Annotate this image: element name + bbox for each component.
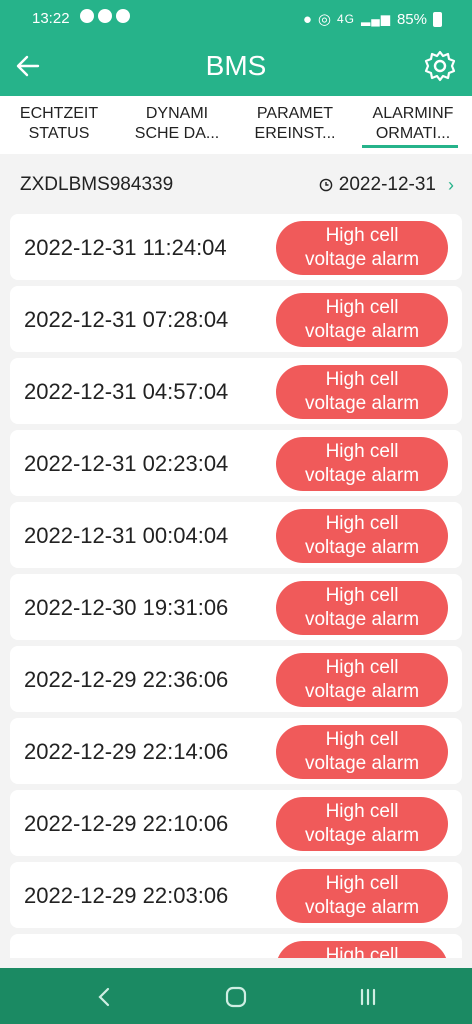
alarm-card[interactable]: 2022-12-31 11:24:04 High cell voltage alar…: [10, 214, 462, 280]
notification-icons: [80, 9, 130, 23]
alarm-timestamp: 2022-12-29 22:10:06: [24, 811, 229, 836]
tab-label: DYNAMI SCHE DA...: [134, 105, 220, 142]
alarm-type-badge: High cellvoltage alarm: [276, 221, 448, 275]
home-nav-icon[interactable]: [223, 984, 249, 1010]
alarm-timestamp: 2022-12-29 22:14:06: [24, 739, 229, 764]
facebook-icon: [116, 9, 130, 23]
alarm-card[interactable]: 2022-12-31 04:57:04 High cell voltage alar…: [10, 358, 462, 424]
network-label: 4G: [336, 12, 355, 26]
alarm-card[interactable]: 2022-12-29 22:03:06 High cell voltage alar…: [10, 862, 462, 928]
alarm-timestamp: 2022-12-31 11:24:04: [24, 235, 227, 260]
tab-dynamic-data[interactable]: DYNAMI SCHE DA...: [118, 96, 236, 154]
alarm-timestamp: 2022-12-31 02:23:04: [24, 451, 229, 476]
alarm-type-badge: High cellvoltage alarm: [276, 869, 448, 923]
tab-alarm-information[interactable]: ALARMINF ORMATI...: [354, 96, 472, 154]
device-row: ZXDLBMS984339 2022-12-31 ›: [0, 160, 472, 210]
alarm-card[interactable]: 2022-12-31 02:23:04 High cell voltage alar…: [10, 430, 462, 496]
settings-gear-icon[interactable]: [422, 48, 458, 84]
back-nav-icon[interactable]: [92, 984, 118, 1010]
clock-icon: [319, 178, 333, 192]
alarm-type-badge: High cellvoltage alarm: [276, 797, 448, 851]
tab-realtime-status[interactable]: ECHTZEIT STATUS: [0, 96, 118, 154]
alarm-timestamp: 2022-12-29 22:36:06: [24, 667, 229, 692]
messenger-icon: [80, 9, 94, 23]
alarm-type-badge: High cellvoltage alarm: [276, 509, 448, 563]
tab-label: ECHTZEIT STATUS: [19, 105, 99, 142]
alarm-list[interactable]: 2022-12-31 11:24:04 High cell voltage alar…: [10, 214, 462, 958]
active-tab-indicator: [362, 145, 458, 148]
alarm-card[interactable]: 2022-12-30 19:31:06 High cell voltage alar…: [10, 574, 462, 640]
battery-icon: [433, 11, 442, 27]
alarm-type-badge: High cellvoltage alarm: [276, 437, 448, 491]
device-id: ZXDLBMS984339: [20, 174, 174, 195]
tab-label: PARAMET EREINST...: [254, 105, 336, 142]
tab-label: ALARMINF ORMATI...: [372, 105, 454, 142]
messenger-icon: [98, 9, 112, 23]
alarm-timestamp: 2022-12-31 07:28:04: [24, 307, 229, 332]
alarm-type-badge: High cellvoltage alarm: [276, 365, 448, 419]
alarm-timestamp: 2022-12-31 04:57:04: [24, 379, 229, 404]
location-icon: ●: [302, 10, 312, 28]
alarm-timestamp: 2022-12-29 22:03:06: [24, 883, 229, 908]
recents-nav-icon[interactable]: [355, 984, 381, 1010]
alarm-card[interactable]: 2022-12-29 22:14:06 High cell voltage alar…: [10, 718, 462, 784]
alarm-timestamp: 2022-12-30 19:31:06: [24, 595, 229, 620]
battery-label: 85%: [396, 10, 427, 28]
alarm-type-badge: High cellvoltage alarm: [276, 725, 448, 779]
alarm-type-badge: High cellvoltage alarm: [276, 293, 448, 347]
alarm-type-badge: High cellvoltage alarm: [276, 581, 448, 635]
status-time: 13:22: [32, 10, 70, 27]
alarm-card[interactable]: High cellvoltage alarm: [10, 934, 462, 958]
alarm-type-badge: High cellvoltage alarm: [276, 653, 448, 707]
page-title: BMS: [205, 50, 267, 81]
signal-icon: ▂▄▆: [361, 12, 391, 26]
alarm-card[interactable]: 2022-12-29 22:10:06 High cell voltage alar…: [10, 790, 462, 856]
app-bar: BMS: [0, 36, 472, 96]
alarm-card[interactable]: 2022-12-29 22:36:06 High cell voltage alar…: [10, 646, 462, 712]
selected-date: 2022-12-31: [338, 174, 436, 195]
alarm-timestamp: 2022-12-31 00:04:04: [24, 523, 229, 548]
chevron-right-icon: ›: [448, 174, 454, 195]
status-bar: 13:22 ● ◎ 4G ▂▄▆ 85%: [0, 0, 472, 36]
alarm-card[interactable]: 2022-12-31 07:28:04 High cell voltage alar…: [10, 286, 462, 352]
tab-parameter-settings[interactable]: PARAMET EREINST...: [236, 96, 354, 154]
system-nav-bar: [0, 968, 472, 1024]
date-picker[interactable]: 2022-12-31 ›: [319, 174, 454, 196]
alarm-card[interactable]: 2022-12-31 00:04:04 High cell voltage alar…: [10, 502, 462, 568]
hotspot-icon: ◎: [317, 11, 331, 28]
status-right: ● ◎ 4G ▂▄▆ 85%: [303, 10, 442, 28]
alarm-type-badge: High cellvoltage alarm: [276, 941, 448, 958]
tab-bar: ECHTZEIT STATUS DYNAMI SCHE DA... PARAMET E…: [0, 96, 472, 154]
